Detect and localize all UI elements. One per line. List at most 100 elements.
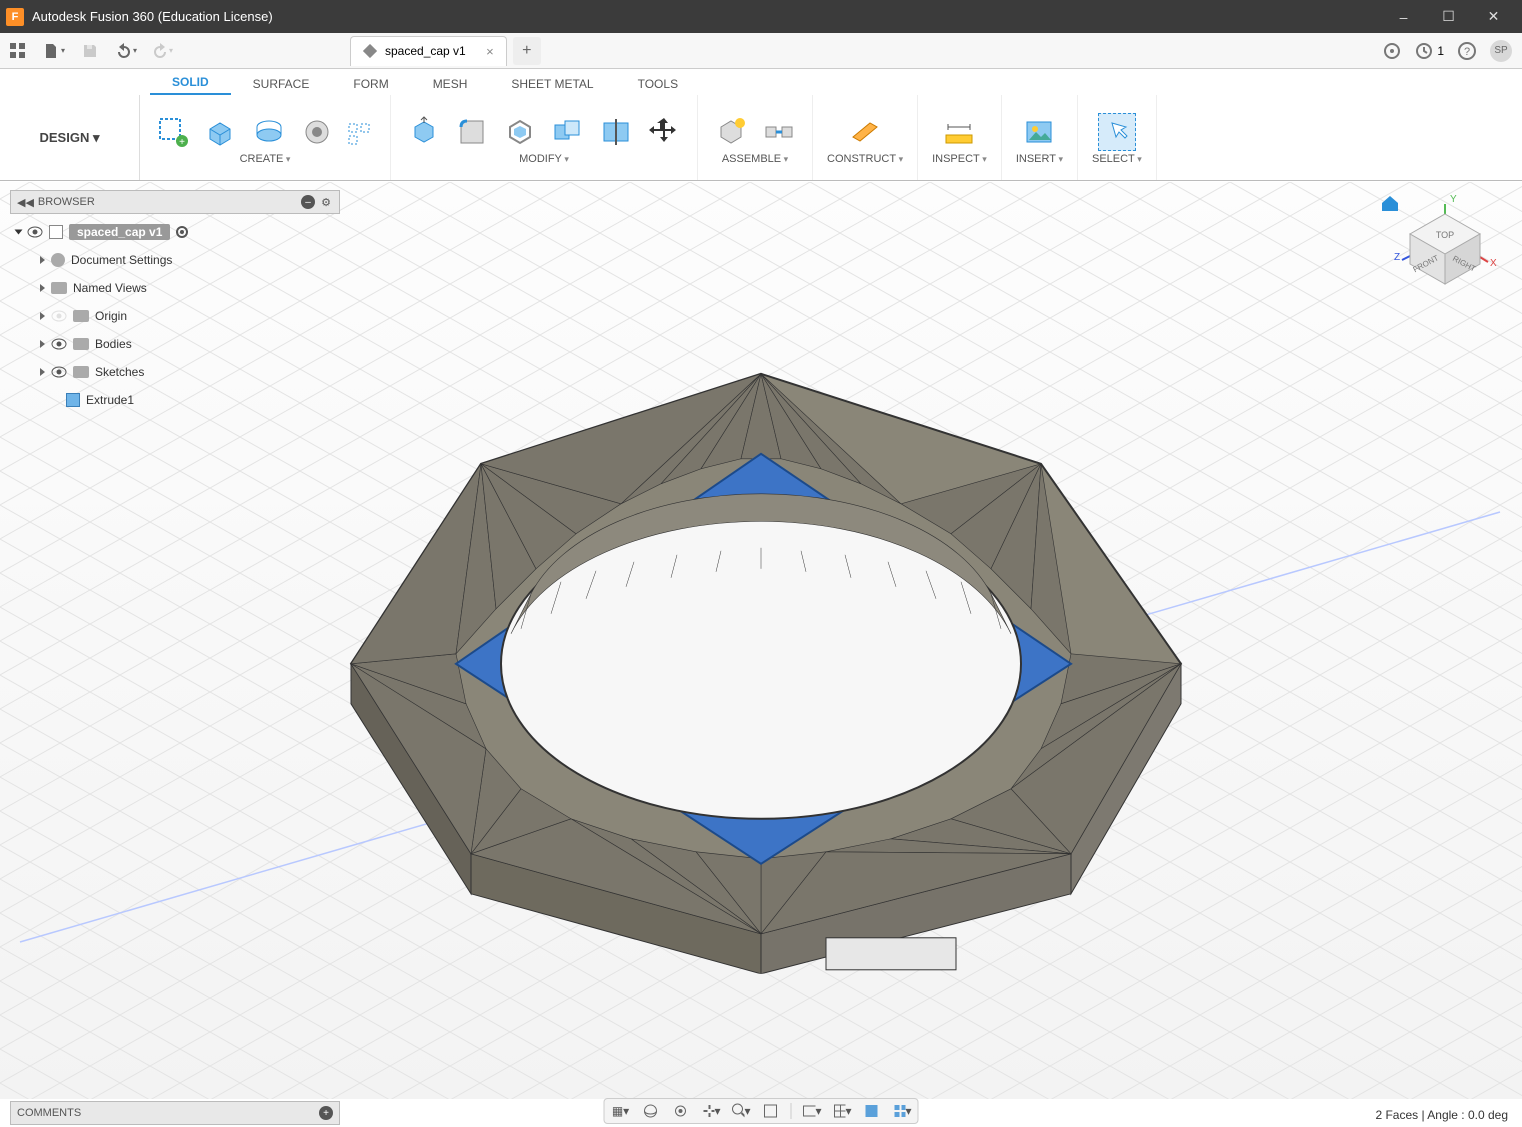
data-panel-button[interactable] bbox=[2, 35, 34, 67]
save-button[interactable] bbox=[74, 35, 106, 67]
orbit-menu-button[interactable]: ▦▾ bbox=[611, 1101, 631, 1121]
ribbon-tab-sheetmetal[interactable]: SHEET METAL bbox=[489, 73, 615, 95]
revolve-button[interactable] bbox=[250, 113, 288, 151]
folder-icon bbox=[73, 310, 89, 322]
browser-header[interactable]: ◀◀BROWSER ⚙ bbox=[10, 190, 340, 214]
svg-text:X: X bbox=[1490, 258, 1497, 269]
home-icon[interactable] bbox=[1380, 194, 1400, 212]
browser-settings-button[interactable]: ⚙ bbox=[319, 196, 333, 209]
visibility-toggle[interactable] bbox=[51, 338, 67, 350]
svg-text:+: + bbox=[179, 137, 185, 148]
folder-icon bbox=[51, 282, 67, 294]
model-view[interactable] bbox=[271, 333, 1251, 973]
extrude-button[interactable] bbox=[202, 113, 240, 151]
workspace-selector[interactable]: DESIGN ▾ bbox=[0, 95, 140, 180]
ribbon-group-label[interactable]: SELECT bbox=[1092, 153, 1142, 165]
redo-button[interactable]: ▾ bbox=[146, 35, 178, 67]
tree-item-bodies[interactable]: Bodies bbox=[10, 330, 340, 358]
tree-root[interactable]: spaced_cap v1 bbox=[10, 218, 340, 246]
viewcube[interactable]: Y X Z TOP FRONT RIGHT bbox=[1390, 194, 1500, 297]
viewport-multi-button[interactable]: ▾ bbox=[892, 1101, 912, 1121]
tab-close-button[interactable]: × bbox=[486, 44, 494, 59]
file-menu-button[interactable]: ▾ bbox=[38, 35, 70, 67]
job-status-button[interactable]: 1 bbox=[1415, 42, 1444, 60]
viewport-single-button[interactable] bbox=[862, 1101, 882, 1121]
ribbon-group-label[interactable]: ASSEMBLE bbox=[722, 153, 788, 165]
shell-button[interactable] bbox=[501, 113, 539, 151]
job-count: 1 bbox=[1437, 44, 1444, 58]
ribbon-group-label[interactable]: INSERT bbox=[1016, 153, 1063, 165]
ribbon-group-label[interactable]: CREATE bbox=[240, 153, 291, 165]
expand-icon[interactable] bbox=[40, 256, 45, 264]
create-sketch-button[interactable]: + bbox=[154, 113, 192, 151]
visibility-toggle[interactable] bbox=[27, 226, 43, 238]
ribbon-tab-form[interactable]: FORM bbox=[331, 73, 410, 95]
ribbon-group-label[interactable]: INSPECT bbox=[932, 153, 987, 165]
ribbon-group-insert: INSERT bbox=[1002, 95, 1078, 180]
new-tab-button[interactable]: + bbox=[513, 37, 541, 65]
ribbon-tab-solid[interactable]: SOLID bbox=[150, 71, 231, 95]
comments-panel-header[interactable]: COMMENTS bbox=[10, 1101, 340, 1125]
component-icon bbox=[49, 225, 63, 239]
ribbon-tab-mesh[interactable]: MESH bbox=[411, 73, 490, 95]
visibility-toggle[interactable] bbox=[51, 366, 67, 378]
clock-icon bbox=[1415, 42, 1433, 60]
extrude-icon bbox=[66, 393, 80, 407]
timeline-feature-extrude[interactable]: Extrude1 bbox=[10, 386, 340, 414]
look-at-button[interactable] bbox=[671, 1101, 691, 1121]
maximize-button[interactable]: ☐ bbox=[1426, 0, 1471, 33]
gear-icon bbox=[51, 253, 65, 267]
activate-radio[interactable] bbox=[176, 226, 188, 238]
measure-button[interactable] bbox=[940, 113, 978, 151]
svg-text:Y: Y bbox=[1450, 194, 1457, 205]
document-tab[interactable]: spaced_cap v1 × bbox=[350, 36, 507, 66]
grid-settings-button[interactable]: ▾ bbox=[832, 1101, 852, 1121]
user-avatar[interactable]: SP bbox=[1490, 40, 1512, 62]
svg-text:Z: Z bbox=[1394, 252, 1400, 263]
joint-button[interactable] bbox=[760, 113, 798, 151]
expand-icon[interactable] bbox=[40, 312, 45, 320]
tree-item-sketches[interactable]: Sketches bbox=[10, 358, 340, 386]
browser-collapse-button[interactable] bbox=[301, 195, 315, 209]
folder-icon bbox=[73, 366, 89, 378]
combine-button[interactable] bbox=[549, 113, 587, 151]
help-icon[interactable]: ? bbox=[1458, 42, 1476, 60]
fit-button[interactable] bbox=[761, 1101, 781, 1121]
visibility-toggle[interactable] bbox=[51, 310, 67, 322]
press-pull-button[interactable] bbox=[405, 113, 443, 151]
tree-item-named-views[interactable]: Named Views bbox=[10, 274, 340, 302]
orbit-button[interactable] bbox=[641, 1101, 661, 1121]
minimize-button[interactable]: – bbox=[1381, 0, 1426, 33]
insert-decal-button[interactable] bbox=[1020, 113, 1058, 151]
construct-plane-button[interactable] bbox=[846, 113, 884, 151]
new-component-button[interactable] bbox=[712, 113, 750, 151]
hole-button[interactable] bbox=[298, 113, 336, 151]
expand-icon[interactable] bbox=[40, 368, 45, 376]
tree-item-document-settings[interactable]: Document Settings bbox=[10, 246, 340, 274]
undo-button[interactable]: ▾ bbox=[110, 35, 142, 67]
ribbon-group-construct: CONSTRUCT bbox=[813, 95, 918, 180]
expand-icon[interactable] bbox=[40, 284, 45, 292]
zoom-button[interactable]: ▾ bbox=[731, 1101, 751, 1121]
ribbon-group-label[interactable]: CONSTRUCT bbox=[827, 153, 903, 165]
tree-item-origin[interactable]: Origin bbox=[10, 302, 340, 330]
pattern-button[interactable] bbox=[346, 121, 376, 151]
extensions-icon[interactable] bbox=[1383, 42, 1401, 60]
ribbon-tab-tools[interactable]: TOOLS bbox=[616, 73, 700, 95]
comments-expand-button[interactable] bbox=[319, 1106, 333, 1120]
tree-item-label: Sketches bbox=[95, 365, 144, 379]
display-settings-button[interactable]: ▾ bbox=[802, 1101, 822, 1121]
quick-access-toolbar: ▾ ▾ ▾ spaced_cap v1 × + 1 ? SP bbox=[0, 33, 1522, 69]
fillet-button[interactable] bbox=[453, 113, 491, 151]
expand-icon[interactable] bbox=[40, 340, 45, 348]
ribbon-tab-surface[interactable]: SURFACE bbox=[231, 73, 332, 95]
tree-item-label: Extrude1 bbox=[86, 393, 134, 407]
close-button[interactable]: ✕ bbox=[1471, 0, 1516, 33]
select-button[interactable] bbox=[1098, 113, 1136, 151]
split-button[interactable] bbox=[597, 113, 635, 151]
pan-button[interactable]: ▾ bbox=[701, 1101, 721, 1121]
tree-item-label: Bodies bbox=[95, 337, 132, 351]
expand-icon[interactable] bbox=[15, 230, 23, 235]
move-button[interactable] bbox=[645, 113, 683, 151]
ribbon-group-label[interactable]: MODIFY bbox=[519, 153, 569, 165]
